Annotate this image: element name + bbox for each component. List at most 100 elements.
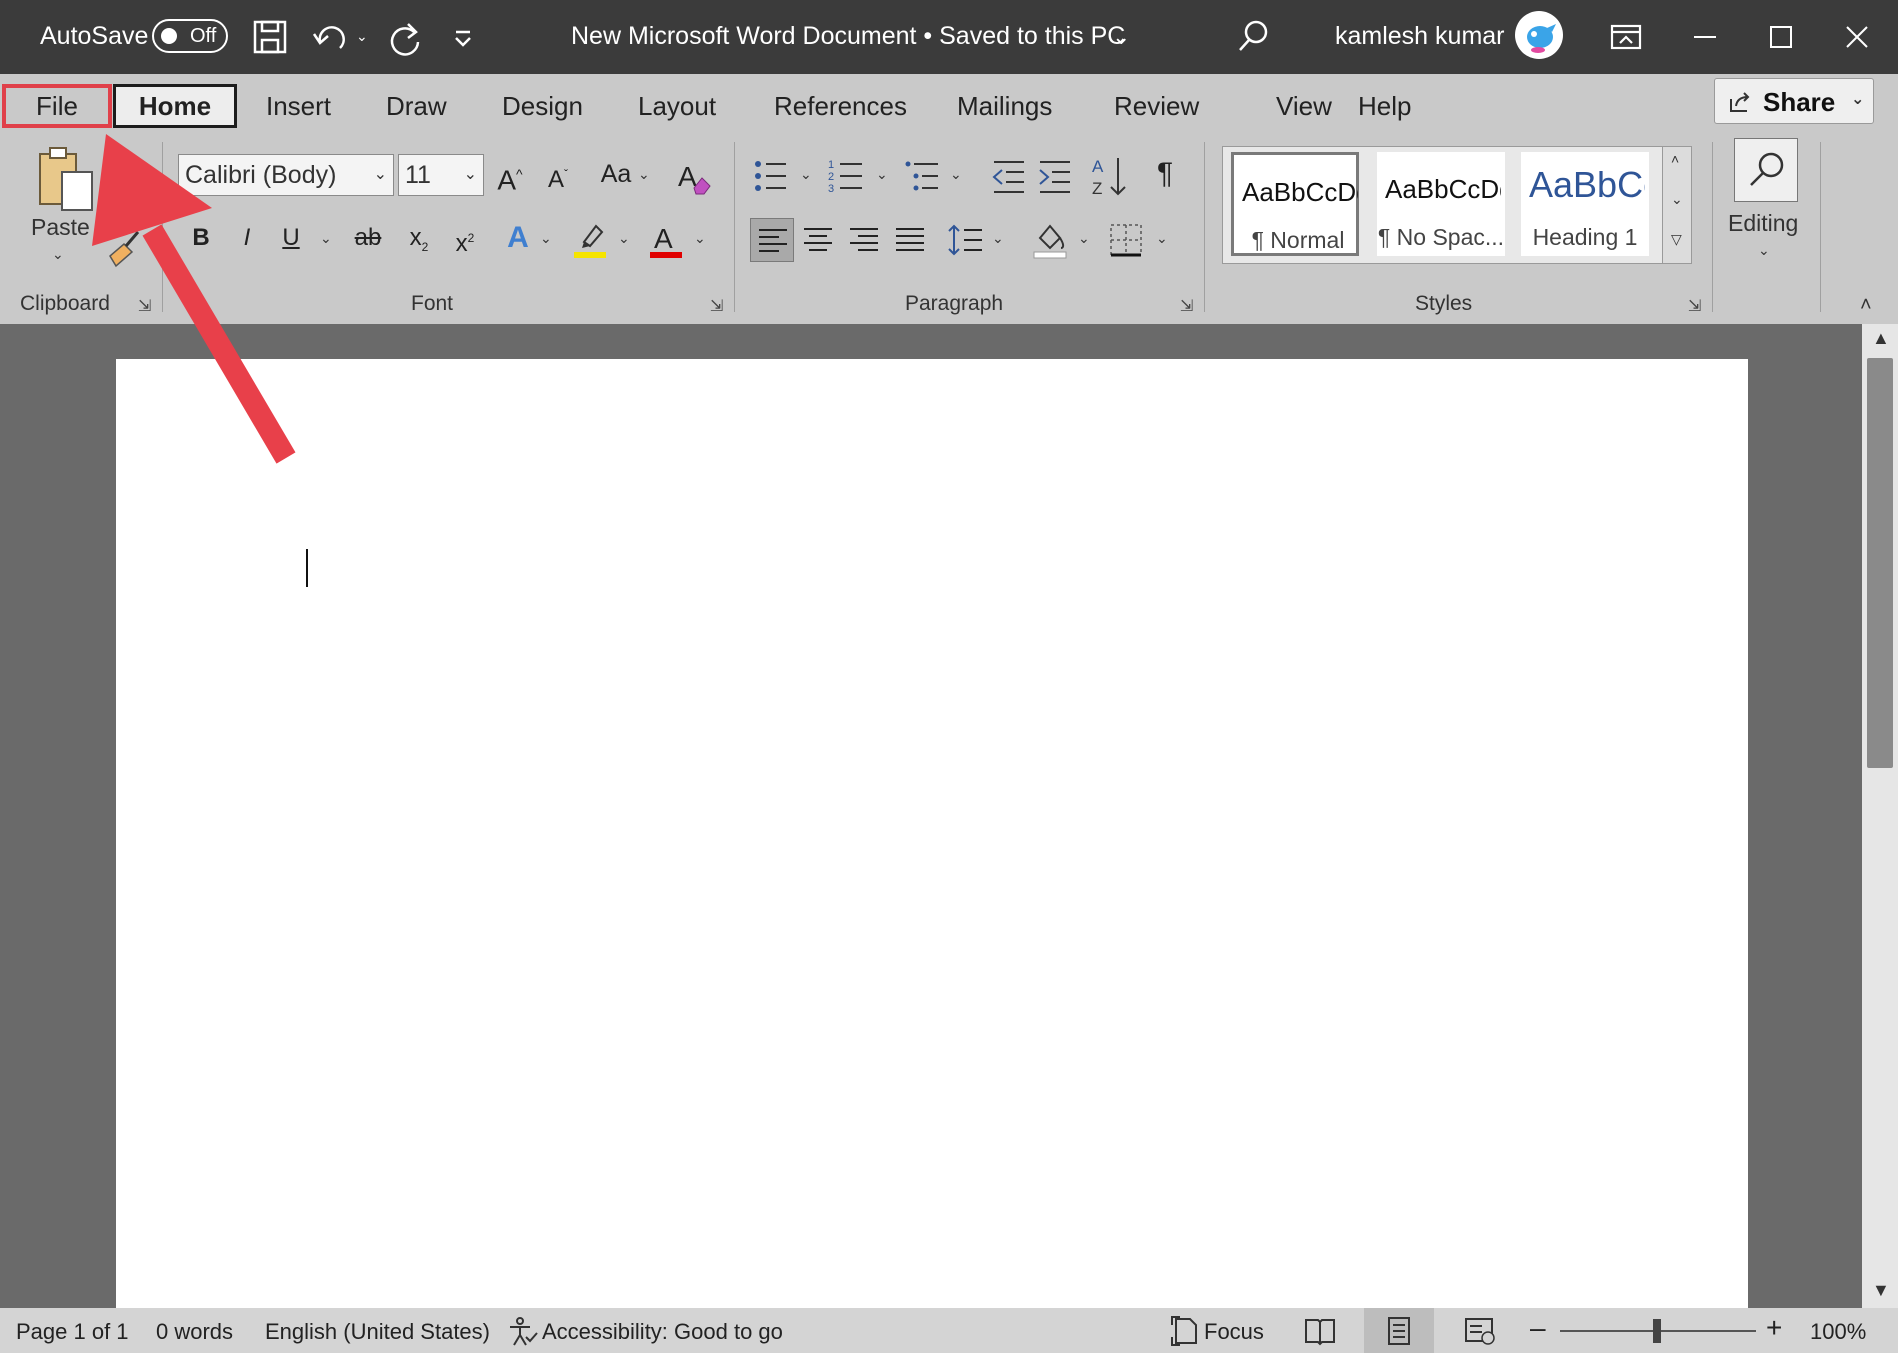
paste-label[interactable]: Paste xyxy=(31,214,90,241)
font-size-combo[interactable]: 11 ⌄ xyxy=(398,154,484,196)
underline-button[interactable]: U xyxy=(276,218,306,258)
align-right-icon[interactable] xyxy=(848,224,880,256)
zoom-level[interactable]: 100% xyxy=(1810,1319,1866,1345)
grow-font-icon[interactable]: A^ xyxy=(492,154,528,200)
borders-dropdown-icon[interactable]: ⌄ xyxy=(1156,230,1168,247)
focus-button[interactable]: Focus xyxy=(1204,1319,1264,1345)
editing-label[interactable]: Editing xyxy=(1728,210,1798,237)
align-center-icon[interactable] xyxy=(802,224,834,256)
avatar[interactable] xyxy=(1514,10,1564,60)
text-effects-dropdown-icon[interactable]: ⌄ xyxy=(540,230,552,247)
styles-more-icon[interactable]: ▽ xyxy=(1671,231,1682,248)
tab-draw[interactable]: Draw xyxy=(364,84,469,128)
editing-button[interactable] xyxy=(1734,138,1798,202)
styles-up-icon[interactable]: ˄ xyxy=(1671,151,1679,167)
font-color-icon[interactable]: A xyxy=(648,220,684,260)
strikethrough-button[interactable]: ab xyxy=(348,218,388,258)
change-case-button[interactable]: Aa xyxy=(594,154,638,194)
document-page[interactable] xyxy=(116,359,1748,1319)
accessibility-status[interactable]: Accessibility: Good to go xyxy=(542,1319,783,1345)
multilevel-dropdown-icon[interactable]: ⌄ xyxy=(950,166,962,183)
page-count[interactable]: Page 1 of 1 xyxy=(16,1319,129,1345)
justify-icon[interactable] xyxy=(894,224,926,256)
tab-help[interactable]: Help xyxy=(1336,84,1433,128)
tab-design[interactable]: Design xyxy=(480,84,605,128)
autosave-toggle[interactable]: Off xyxy=(152,19,228,53)
highlight-icon[interactable] xyxy=(572,220,608,260)
word-count[interactable]: 0 words xyxy=(156,1319,233,1345)
tab-references[interactable]: References xyxy=(752,84,929,128)
clear-formatting-icon[interactable]: A xyxy=(676,156,712,196)
close-icon[interactable] xyxy=(1842,12,1872,62)
numbering-icon[interactable]: 1 2 3 xyxy=(828,156,864,196)
zoom-slider[interactable] xyxy=(1560,1319,1756,1343)
undo-icon[interactable] xyxy=(310,12,350,62)
redo-icon[interactable] xyxy=(386,12,426,62)
paragraph-launcher-icon[interactable]: ⇲ xyxy=(1180,296,1193,316)
paste-dropdown-icon[interactable]: ⌄ xyxy=(52,246,64,263)
user-name[interactable]: kamlesh kumar xyxy=(1335,22,1505,51)
italic-button[interactable]: I xyxy=(232,218,262,258)
style-normal[interactable]: AaBbCcDd ¶ Normal xyxy=(1231,152,1359,256)
search-icon[interactable] xyxy=(1234,12,1274,62)
share-button[interactable]: Share ⌄ xyxy=(1714,78,1874,124)
shading-dropdown-icon[interactable]: ⌄ xyxy=(1078,230,1090,247)
underline-dropdown-icon[interactable]: ⌄ xyxy=(320,230,332,247)
style-heading-1[interactable]: AaBbCc Heading 1 xyxy=(1521,152,1649,256)
numbering-dropdown-icon[interactable]: ⌄ xyxy=(876,166,888,183)
styles-down-icon[interactable]: ⌄ xyxy=(1671,191,1683,208)
ribbon-display-options-icon[interactable] xyxy=(1608,12,1644,62)
show-paragraph-marks-icon[interactable]: ¶ xyxy=(1148,154,1182,194)
clipboard-launcher-icon[interactable]: ⇲ xyxy=(138,296,151,316)
paste-icon[interactable] xyxy=(36,144,96,214)
undo-dropdown-icon[interactable]: ⌄ xyxy=(356,28,368,45)
editing-dropdown-icon[interactable]: ⌄ xyxy=(1758,242,1770,259)
multilevel-list-icon[interactable] xyxy=(904,156,940,196)
line-spacing-icon[interactable] xyxy=(948,222,984,258)
scroll-up-icon[interactable]: ▲ xyxy=(1872,328,1890,349)
zoom-in-icon[interactable]: + xyxy=(1766,1312,1782,1344)
decrease-indent-icon[interactable] xyxy=(990,156,1026,196)
scroll-down-icon[interactable]: ▼ xyxy=(1872,1280,1890,1301)
bullets-icon[interactable] xyxy=(752,156,788,196)
font-launcher-icon[interactable]: ⇲ xyxy=(710,296,723,316)
vertical-scrollbar[interactable]: ▲ ▼ xyxy=(1862,324,1898,1308)
line-spacing-dropdown-icon[interactable]: ⌄ xyxy=(992,230,1004,247)
read-mode-icon[interactable] xyxy=(1304,1316,1336,1346)
language-status[interactable]: English (United States) xyxy=(265,1319,490,1345)
print-layout-button[interactable] xyxy=(1364,1308,1434,1353)
bold-button[interactable]: B xyxy=(186,218,216,258)
document-title[interactable]: New Microsoft Word Document • Saved to t… xyxy=(571,22,1125,51)
shrink-font-icon[interactable]: Aˇ xyxy=(540,154,576,200)
format-painter-icon[interactable] xyxy=(104,194,144,274)
subscript-icon[interactable]: x2 xyxy=(402,218,436,267)
bullets-dropdown-icon[interactable]: ⌄ xyxy=(800,166,812,183)
tab-home[interactable]: Home xyxy=(113,84,237,128)
customize-toolbar-icon[interactable] xyxy=(450,12,476,62)
title-dropdown-icon[interactable]: ⌄ xyxy=(1112,24,1130,50)
font-name-combo[interactable]: Calibri (Body) ⌄ xyxy=(178,154,394,196)
save-icon[interactable] xyxy=(252,12,288,62)
sort-icon[interactable]: A Z xyxy=(1090,154,1130,198)
tab-review[interactable]: Review xyxy=(1092,84,1221,128)
minimize-icon[interactable] xyxy=(1690,12,1720,62)
change-case-dropdown-icon[interactable]: ⌄ xyxy=(638,166,650,183)
style-no-spacing[interactable]: AaBbCcDd ¶ No Spac... xyxy=(1377,152,1505,256)
zoom-slider-handle[interactable] xyxy=(1653,1319,1661,1343)
styles-launcher-icon[interactable]: ⇲ xyxy=(1688,296,1701,316)
tab-insert[interactable]: Insert xyxy=(244,84,353,128)
font-color-dropdown-icon[interactable]: ⌄ xyxy=(694,230,706,247)
collapse-ribbon-icon[interactable]: ˄ xyxy=(1860,294,1872,317)
web-layout-icon[interactable] xyxy=(1464,1316,1496,1346)
tab-layout[interactable]: Layout xyxy=(616,84,738,128)
share-dropdown-icon[interactable]: ⌄ xyxy=(1851,89,1864,109)
tab-mailings[interactable]: Mailings xyxy=(935,84,1074,128)
zoom-out-icon[interactable]: – xyxy=(1530,1312,1546,1344)
borders-icon[interactable] xyxy=(1108,222,1144,258)
superscript-icon[interactable]: x2 xyxy=(448,218,482,264)
scroll-thumb[interactable] xyxy=(1867,358,1893,768)
shading-icon[interactable] xyxy=(1032,220,1068,260)
highlight-dropdown-icon[interactable]: ⌄ xyxy=(618,230,630,247)
tab-file[interactable]: File xyxy=(2,84,112,128)
increase-indent-icon[interactable] xyxy=(1036,156,1072,196)
